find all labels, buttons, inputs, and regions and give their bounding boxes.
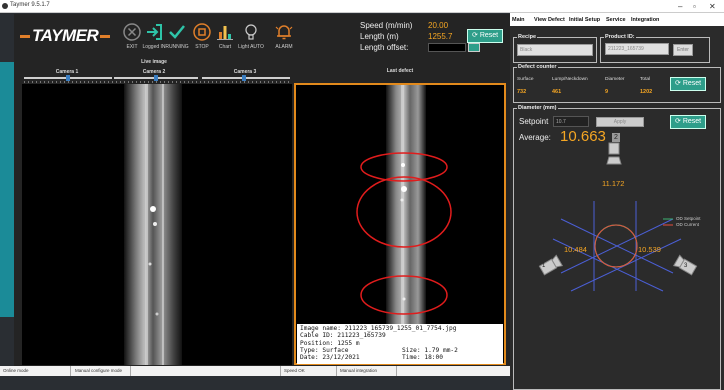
status-separator [336,366,337,376]
brand-logo: TAYMER [18,26,112,46]
defect-count-surface: 732 [517,89,527,95]
length-offset-label: Length offset: [360,43,409,52]
legend-current: OD Current [676,222,700,227]
defect-time: Time: 18:00 [402,354,443,362]
recipe-field[interactable]: Black [517,44,593,56]
main-area: TAYMER EXIT Logged IN RUNNING STOP Chart… [14,14,510,376]
maximize-icon[interactable]: ▫ [693,1,696,12]
diameter-title: Diameter (mm) [517,105,558,111]
defect-view [356,85,452,363]
camera-2-icon [608,142,620,155]
tab-bar: Main View Defect Initial Setup Service I… [510,13,724,26]
slider-ticks [24,81,290,83]
status-separator [130,366,131,376]
defect-reset-button[interactable]: ⟳ Reset [670,77,707,91]
status-separator [280,366,281,376]
length-reset-button[interactable]: ⟳ Reset [467,29,504,43]
tab-initial-setup[interactable]: Initial Setup [569,17,600,23]
tab-view-defect[interactable]: View Defect [534,17,565,23]
length-offset-input[interactable] [428,43,466,52]
tab-service[interactable]: Service [606,17,626,23]
speed-value: 20.00 [428,21,449,30]
defect-header-surface: Surface [517,77,534,82]
minimize-icon[interactable]: – [678,1,682,12]
window-title: Taymer 9.5.1.7 [10,2,50,8]
legend-setpoint: OD Setpoint [676,216,701,221]
tab-integration[interactable]: Integration [631,17,659,23]
diameter-right-value: 10.539 [638,245,661,254]
product-id-title: Product ID: [604,34,636,40]
reset-icon: ⟳ [472,32,480,39]
camera-1-slider[interactable] [24,75,112,81]
defect-info-box: Image name: 211223_165739_1255_01_7754.j… [297,324,503,364]
recipe-group: Recipe Black [513,34,597,63]
camera-2-number: 2 [612,133,620,142]
length-label: Length (m) [360,32,399,41]
control-panel: Main View Defect Initial Setup Service I… [510,13,724,390]
defect-count-total: 1202 [640,89,653,95]
recipe-title: Recipe [517,34,538,40]
diameter-top-value: 11.172 [602,179,625,188]
product-id-group: Product ID: 211223_165739 Enter [600,34,710,63]
cable-live-view [124,84,182,365]
defect-cable-id: Cable ID: 211223_165739 [300,332,386,340]
alarm-bell-icon [275,25,293,40]
status-speed: Speed OK [284,368,305,373]
defect-count-lump: 461 [552,89,562,95]
defect-header-total: Total [640,77,651,82]
defect-counter-title: Defect counter [517,64,558,70]
defect-header-lump: Lump/Neckdown [552,77,588,82]
apply-button[interactable]: Apply [596,117,644,127]
app-icon [2,3,8,9]
length-value: 1255.7 [428,32,453,41]
enter-button[interactable]: Enter [673,44,693,56]
status-bar: Online mode Manual configure mode Speed … [0,366,510,376]
status-online-mode: Online mode [3,368,29,373]
defect-type: Type: Surface [300,346,349,354]
product-id-field[interactable]: 211223_165739 [605,43,669,55]
camera-3-slider[interactable] [202,75,290,81]
defect-image-name: Image name: 211223_165739_1255_01_7754.j… [300,325,457,332]
defect-position: Position: 1255 m [300,339,360,347]
camera-3-number: 3 [684,263,688,269]
tab-main[interactable]: Main [512,17,525,23]
diameter-left-value: 10.484 [564,245,587,254]
diameter-diagram [538,142,698,292]
status-integration: Manual integration [340,368,378,373]
diameter-reset-button[interactable]: ⟳ Reset [670,115,707,129]
status-manual-config: Manual configure mode [75,368,123,373]
last-defect-image [294,83,506,365]
defect-header-diameter: Diameter [605,77,625,82]
setpoint-input[interactable]: 10.7 [553,116,589,127]
camera-1-number: 1 [542,263,546,269]
defect-size: Size: 1.79 mm-2 [402,346,458,354]
speed-label: Speed (m/min) [360,21,413,30]
alarm-button[interactable]: ALARM [264,22,304,50]
status-separator [396,366,397,376]
status-separator [70,366,71,376]
live-image-title: Live image [141,59,167,65]
reset-icon: ⟳ [675,118,683,125]
close-icon[interactable]: ✕ [709,1,716,12]
lightbulb-icon [245,24,257,40]
camera-2-slider[interactable] [114,75,198,81]
defect-count-diameter: 9 [605,89,609,95]
last-defect-title: Last defect [386,68,414,74]
defect-date: Date: 23/12/2021 [300,354,360,362]
live-camera-image [22,84,292,365]
setpoint-label: Setpoint [519,117,549,126]
reset-icon: ⟳ [675,80,683,87]
window-titlebar: Taymer 9.5.1.7 – ▫ ✕ [0,0,724,13]
length-offset-apply-button[interactable] [468,43,480,52]
